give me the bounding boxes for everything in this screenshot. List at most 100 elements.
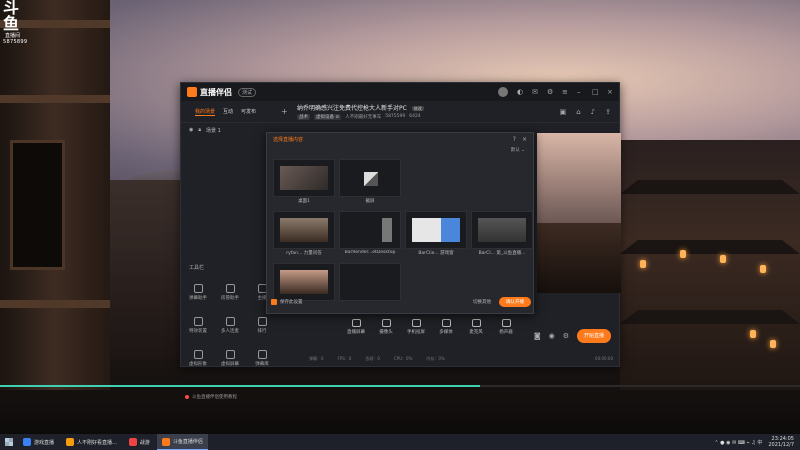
action-label: 手机投屏 (407, 330, 425, 335)
confirm-live-button[interactable]: 确认开播 (499, 297, 531, 307)
start-button[interactable] (0, 434, 18, 450)
message-icon[interactable]: ✉ (532, 89, 538, 96)
eye-icon[interactable]: ◉ (189, 127, 193, 133)
maximize-icon[interactable]: □ (592, 89, 599, 96)
start-live-button[interactable]: 开始直播 (577, 329, 611, 343)
close-icon[interactable]: × (607, 89, 613, 96)
share-icon[interactable]: ⇪ (605, 108, 611, 116)
menu-icon[interactable]: ≡ (562, 89, 568, 96)
source-thumb[interactable]: BarRender...etDesktop (339, 211, 401, 257)
source-thumb[interactable]: ryfan... 力量问答 (273, 211, 335, 257)
avatar[interactable] (498, 87, 508, 97)
device-chip[interactable]: 虚拟设备 ⊘ (314, 114, 342, 120)
gift-icon[interactable]: ▣ (560, 108, 567, 116)
tool-avatar[interactable]: 虚拟形象 (187, 350, 209, 372)
tab-publish[interactable]: 可发布 (241, 108, 256, 116)
gear-icon[interactable]: ⚙ (563, 332, 569, 340)
add-scene-icon[interactable]: + (281, 107, 293, 116)
notify-icon[interactable]: ♪ (591, 108, 595, 116)
action-label: 麦克风 (469, 330, 483, 335)
play-icon (441, 319, 451, 327)
user-icon (225, 284, 235, 293)
tab-interact[interactable]: 互动 (223, 108, 233, 116)
tutorial-tip[interactable]: 斗鱼直播伴侣使用教程 (185, 394, 237, 400)
screen-source-button[interactable]: 直播屏幕 (347, 319, 365, 335)
thumb-image (339, 211, 401, 249)
header-row: 我的场景 互动 可发布 + 纳乔明确感兴注免费代控枪大人新手对PC 修改 战术 … (181, 101, 619, 123)
settings-icon[interactable]: ⚙ (547, 89, 553, 96)
switch-button[interactable]: 切换其他 (473, 299, 491, 305)
tab-scenes[interactable]: 我的场景 (195, 108, 216, 116)
remember-checkbox[interactable] (271, 299, 277, 305)
tool-danmu[interactable]: 弹幕助手 (187, 284, 209, 306)
streamer-name: 人不刚最好无事车 (345, 115, 382, 120)
thumb-image (273, 211, 335, 249)
action-label: 扬声器 (499, 330, 513, 335)
clock[interactable]: 23:24:05 2021/12/7 (768, 436, 794, 448)
taskbar-item-active[interactable]: 斗鱼直播伴侣 (156, 434, 208, 450)
beta-badge[interactable]: 测试 (238, 87, 257, 97)
live-timer: 00:00:00 (595, 356, 613, 361)
lantern (680, 250, 686, 258)
edit-title-button[interactable]: 修改 (411, 106, 424, 111)
taskbar-item[interactable]: 人不刚好看直播... (61, 434, 122, 450)
screen-icon (225, 350, 235, 359)
thumb-caption: BarClie... 游戏窗 (418, 251, 454, 256)
taskbar-item[interactable]: 战游 (124, 434, 155, 450)
douyu-icon (161, 437, 170, 446)
dialog-close-icon[interactable]: × (522, 136, 527, 143)
lantern (720, 255, 726, 263)
tool-vscreen[interactable]: 虚拟屏幕 (219, 350, 241, 372)
action-label: 摄像头 (379, 330, 393, 335)
tray-icons[interactable]: ⌃ ● ◉ ✉ ⌨ ⌁ ♫ 中 (714, 439, 762, 446)
thumb-image (405, 211, 467, 249)
video-progress-fill (0, 385, 480, 387)
minimize-icon[interactable]: – (577, 89, 583, 96)
filter-dropdown[interactable]: 默认 ⌄ (267, 145, 533, 155)
preview-eye-icon[interactable]: ◉ (549, 332, 555, 340)
lantern (640, 260, 646, 268)
status-drop: 丢帧：0 (365, 356, 380, 361)
tool-label: 特效装置 (189, 329, 207, 334)
taskbar-item[interactable]: 游戏直播 (18, 434, 59, 450)
tool-label: 虚拟形象 (189, 362, 207, 367)
thumb-caption: BarCl... 第_斗鱼直播... (478, 251, 526, 256)
lock-icon[interactable]: 🔒︎ (198, 127, 201, 133)
task-label: 战游 (139, 439, 150, 446)
thumb-image (471, 211, 533, 249)
source-thumb[interactable]: BarCl... 第_斗鱼直播... (471, 211, 533, 257)
speaker-button[interactable]: 扬声器 (497, 319, 515, 335)
follower-count: 6424 (409, 114, 421, 119)
source-thumb[interactable]: 桌面1 (273, 159, 335, 205)
phone-cast-button[interactable]: 手机投屏 (407, 319, 425, 335)
tool-multi[interactable]: 多人连麦 (219, 317, 241, 339)
status-danmu: 弹幕：0 (309, 356, 324, 361)
category-chip[interactable]: 战术 (297, 114, 310, 120)
tools-header: 工具栏 (189, 265, 205, 271)
skin-icon[interactable]: ◐ (517, 89, 523, 96)
download-icon (225, 317, 235, 326)
source-thumb[interactable]: BarClie... 游戏窗 (405, 211, 467, 257)
record-icon[interactable]: ◙ (534, 332, 541, 340)
beam (0, 95, 110, 103)
thumb-content (280, 218, 328, 242)
tool-roommgr[interactable]: 房管助手 (219, 284, 241, 306)
scene-row[interactable]: ◉ 🔒︎ 场景 1 (181, 124, 269, 136)
source-thumb[interactable]: 截屏 (339, 159, 401, 205)
tool-label: 房管助手 (221, 296, 239, 301)
town-right (620, 140, 800, 390)
thumb-caption: BarRender...etDesktop (344, 250, 396, 255)
thumb-content (382, 218, 392, 242)
room-info: 纳乔明确感兴注免费代控枪大人新手对PC 修改 战术 虚拟设备 ⊘ 人不刚最好无事… (293, 103, 560, 120)
help-icon[interactable]: ? (513, 136, 516, 143)
shop-icon[interactable]: ⌂ (576, 108, 580, 116)
media-button[interactable]: 多媒体 (437, 319, 455, 335)
beam (0, 300, 110, 308)
mic-button[interactable]: 麦克风 (467, 319, 485, 335)
tool-effects[interactable]: 特效装置 (187, 317, 209, 339)
scene-label: 场景 1 (206, 127, 221, 134)
thumb-caption: ryfan... 力量问答 (286, 251, 322, 256)
lantern (770, 340, 776, 348)
game-icon (128, 438, 137, 446)
camera-source-button[interactable]: 摄像头 (377, 319, 395, 335)
